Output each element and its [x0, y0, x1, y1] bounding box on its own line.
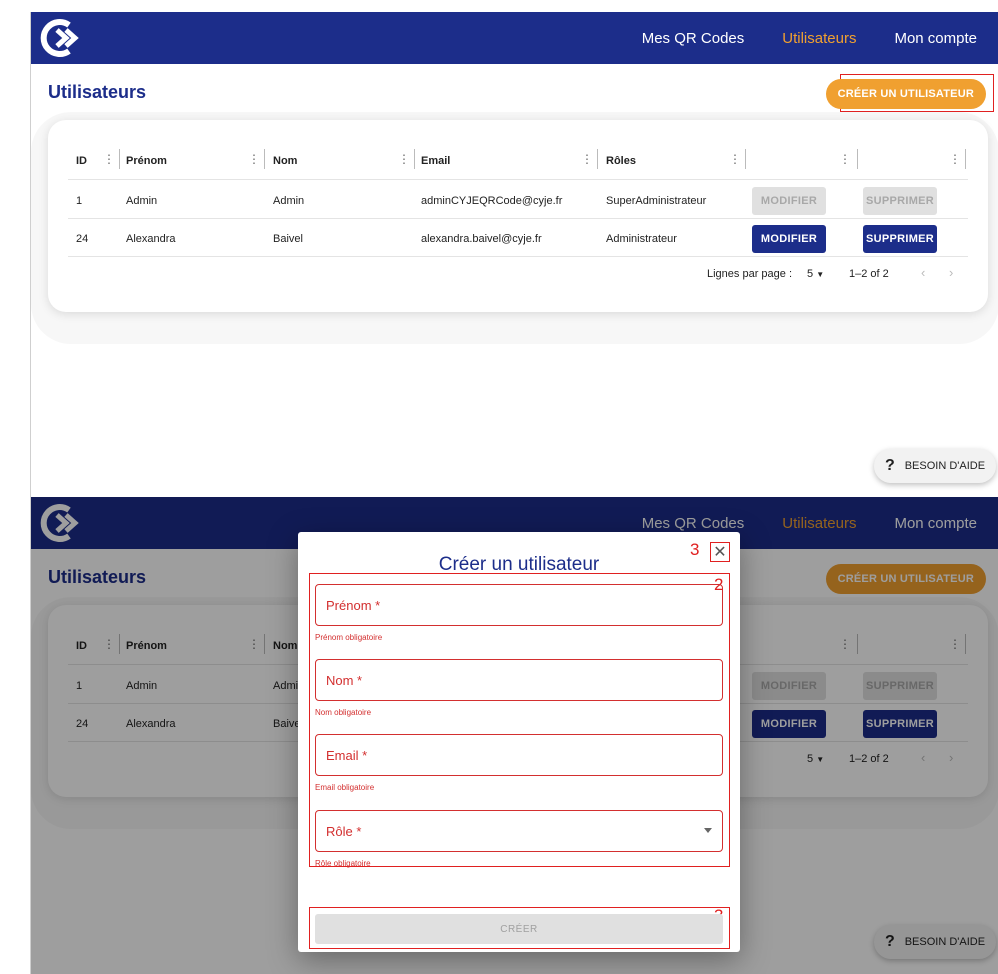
rows-per-page-select[interactable]: 5 ▼: [807, 266, 824, 282]
page-title: Utilisateurs: [48, 82, 147, 102]
column-resize-handle[interactable]: [597, 149, 598, 169]
nav-link-users[interactable]: Utilisateurs: [782, 30, 856, 47]
column-header-roles: Rôles: [606, 155, 636, 167]
table-divider: [68, 179, 968, 180]
table-divider: [68, 256, 968, 257]
rows-per-page-label: Lignes par page :: [707, 268, 793, 280]
users-table-card: [48, 120, 988, 312]
nav-link-qr-codes[interactable]: Mes QR Codes: [642, 30, 745, 47]
dropdown-arrow-icon: [704, 828, 712, 833]
cell-role: SuperAdministrateur: [606, 195, 707, 207]
close-icon[interactable]: ✕: [710, 542, 730, 562]
delete-user-button: SUPPRIMER: [863, 187, 937, 215]
create-user-dialog: Créer un utilisateur 3 ✕ 2 Prénom * Prén…: [298, 532, 740, 952]
cell-id: 1: [76, 195, 83, 207]
nav-link-account[interactable]: Mon compte: [894, 30, 977, 47]
cell-email: alexandra.baivel@cyje.fr: [421, 233, 542, 245]
first-name-error: Prénom obligatoire: [315, 633, 383, 642]
first-name-field[interactable]: Prénom *: [315, 584, 723, 626]
delete-user-button[interactable]: SUPPRIMER: [863, 225, 937, 253]
column-header-nom: Nom: [273, 155, 298, 167]
email-error: Email obligatoire: [315, 783, 375, 792]
edit-user-button[interactable]: MODIFIER: [752, 225, 826, 253]
first-name-label: Prénom *: [326, 597, 381, 613]
column-resize-handle[interactable]: [857, 149, 858, 169]
column-menu-icon[interactable]: ⋮: [581, 152, 593, 166]
create-user-button[interactable]: CRÉER UN UTILISATEUR: [825, 79, 986, 109]
column-header-email: Email: [421, 155, 451, 167]
users-page-screenshot: Mes QR Codes Utilisateurs Mon compte Uti…: [30, 12, 998, 497]
column-menu-icon[interactable]: ⋮: [398, 152, 410, 166]
next-page-icon[interactable]: ›: [949, 265, 953, 280]
last-name-field[interactable]: Nom *: [315, 659, 723, 701]
app-logo[interactable]: [39, 18, 79, 58]
role-error: Rôle obligatoire: [315, 859, 371, 868]
annotation-number: 3: [690, 540, 700, 559]
question-icon: ?: [884, 457, 895, 474]
last-name-error: Nom obligatoire: [315, 708, 372, 717]
create-user-dialog-screenshot: Mes QR Codes Utilisateurs Mon compte Uti…: [30, 497, 998, 974]
cell-email: adminCYJEQRCode@cyje.fr: [421, 195, 563, 207]
cell-id: 24: [76, 233, 89, 245]
column-header-id: ID: [76, 155, 87, 167]
email-field[interactable]: Email *: [315, 734, 723, 776]
column-resize-handle[interactable]: [745, 149, 746, 169]
column-menu-icon[interactable]: ⋮: [949, 152, 961, 166]
top-navbar: Mes QR Codes Utilisateurs Mon compte: [31, 12, 998, 64]
edit-user-button: MODIFIER: [752, 187, 826, 215]
column-menu-icon[interactable]: ⋮: [729, 152, 741, 166]
create-submit-button: CRÉER: [315, 914, 723, 944]
column-menu-icon[interactable]: ⋮: [103, 152, 115, 166]
role-label: Rôle *: [326, 823, 362, 839]
column-menu-icon[interactable]: ⋮: [839, 152, 851, 166]
help-button-label: BESOIN D'AIDE: [904, 460, 986, 472]
cell-nom: Admin: [273, 195, 305, 207]
rows-per-page-value: 5: [807, 268, 814, 280]
last-name-label: Nom *: [326, 672, 363, 688]
pagination-range: 1–2 of 2: [849, 268, 889, 280]
cell-nom: Baivel: [273, 233, 303, 245]
table-divider: [68, 218, 968, 219]
email-label: Email *: [326, 747, 368, 763]
column-resize-handle[interactable]: [965, 149, 966, 169]
prev-page-icon[interactable]: ‹: [921, 265, 925, 280]
column-resize-handle[interactable]: [264, 149, 265, 169]
role-select[interactable]: Rôle *: [315, 810, 723, 852]
chevron-down-icon: ▼: [816, 270, 825, 279]
cell-prenom: Admin: [126, 195, 158, 207]
cell-role: Administrateur: [606, 233, 677, 245]
column-header-prenom: Prénom: [126, 155, 167, 167]
cell-prenom: Alexandra: [126, 233, 176, 245]
help-button[interactable]: ? BESOIN D'AIDE: [874, 449, 996, 483]
column-menu-icon[interactable]: ⋮: [248, 152, 260, 166]
column-resize-handle[interactable]: [414, 149, 415, 169]
column-resize-handle[interactable]: [119, 149, 120, 169]
